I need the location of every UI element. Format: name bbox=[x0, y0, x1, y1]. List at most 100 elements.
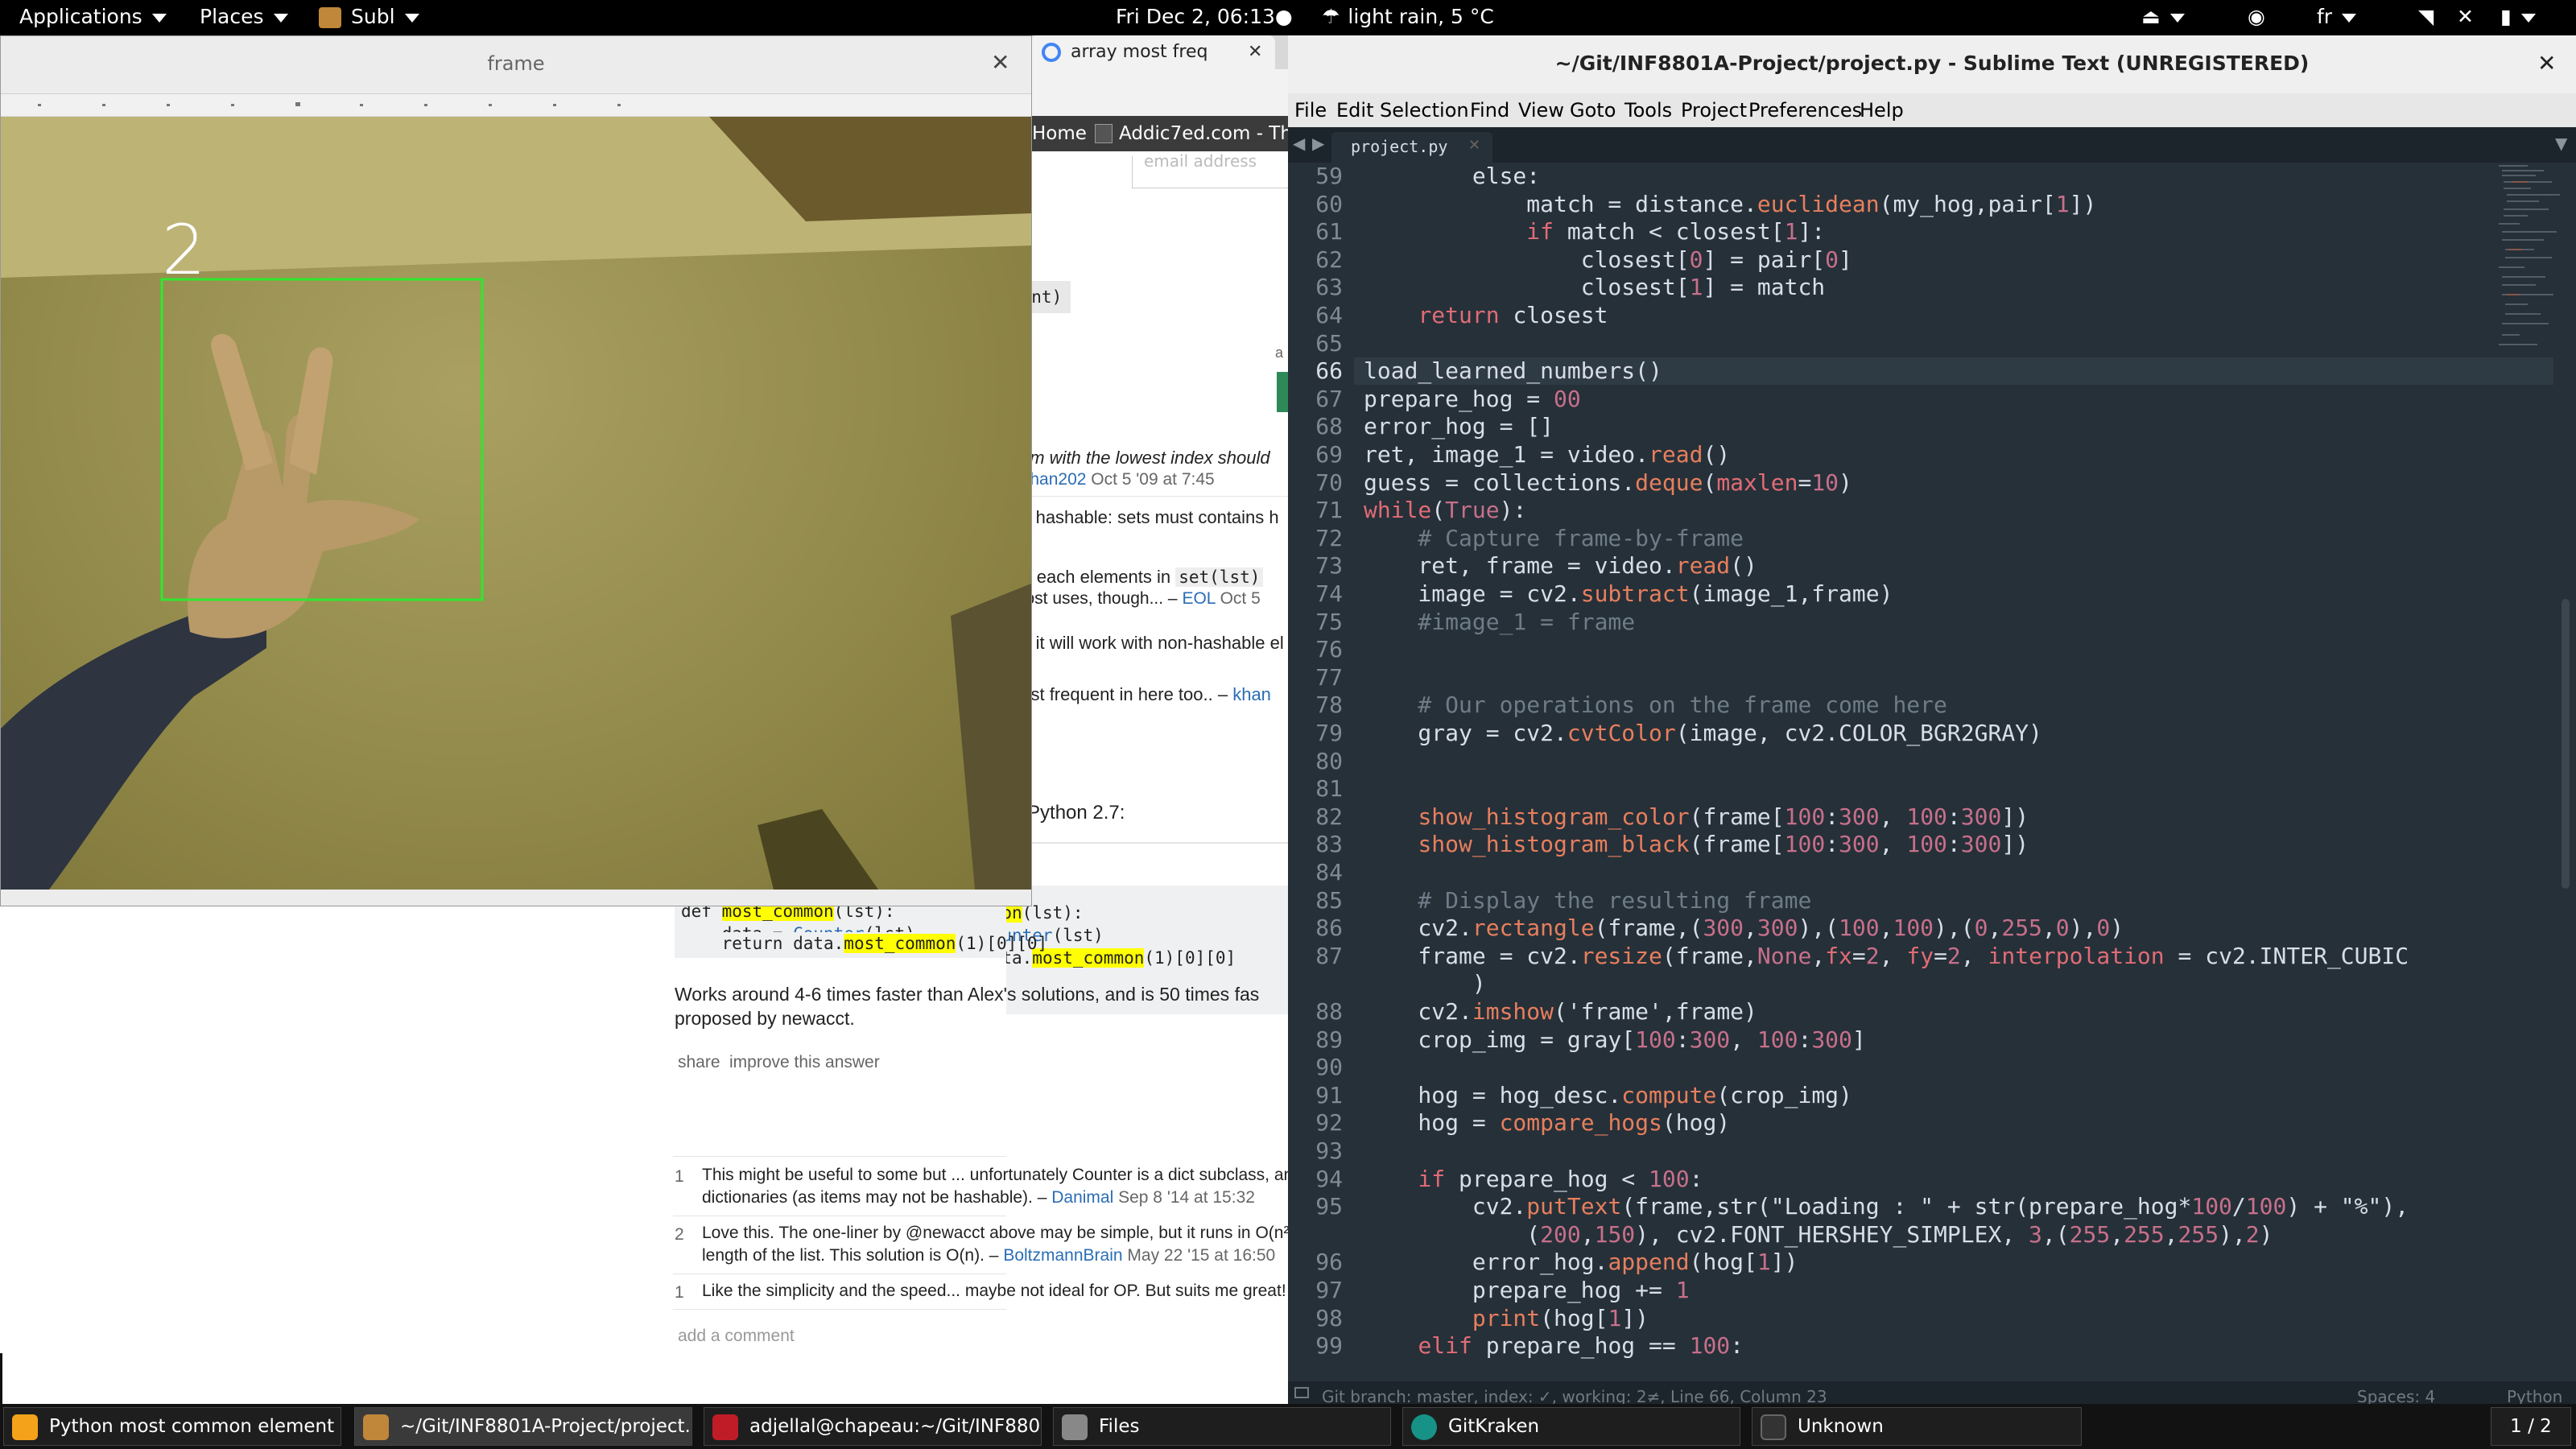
code-line[interactable]: ret, image_1 = video.read() bbox=[1364, 441, 1730, 468]
code-line[interactable]: # Display the resulting frame bbox=[1364, 887, 1811, 914]
code-editor[interactable]: else: match = distance.euclidean(my_hog,… bbox=[1354, 163, 2553, 1412]
code-line[interactable]: cv2.rectangle(frame,(300,300),(100,100),… bbox=[1364, 914, 2124, 941]
code-line[interactable]: load_learned_numbers() bbox=[1364, 357, 1662, 384]
comment-user-link[interactable]: khan bbox=[1232, 684, 1271, 704]
close-icon[interactable]: ✕ bbox=[2537, 50, 2556, 76]
menu-edit[interactable]: Edit bbox=[1336, 99, 1373, 122]
code-line[interactable]: prepare_hog += 1 bbox=[1364, 1277, 1690, 1303]
frame-window[interactable]: frame ✕ 2 bbox=[0, 35, 1032, 906]
sublime-titlebar[interactable]: ~/Git/INF8801A-Project/project.py - Subl… bbox=[1288, 35, 2576, 93]
weather-indicator[interactable]: ☂ light rain, 5 °C bbox=[1322, 5, 1494, 28]
tab-prev-icon[interactable]: ◀ bbox=[1293, 134, 1305, 153]
code-line[interactable]: ) bbox=[1364, 970, 1486, 997]
code-line[interactable]: elif prepare_hog == 100: bbox=[1364, 1332, 1744, 1359]
tab-next-icon[interactable]: ▶ bbox=[1312, 134, 1324, 153]
keyboard-layout[interactable]: fr bbox=[2317, 5, 2357, 28]
task-sublime[interactable]: ~/Git/INF8801A-Project/project.... bbox=[354, 1407, 692, 1446]
wifi-icon[interactable]: ◥ bbox=[2418, 5, 2434, 28]
code-line[interactable]: show_histogram_color(frame[100:300, 100:… bbox=[1364, 803, 2029, 830]
task-unknown[interactable]: Unknown bbox=[1752, 1407, 2082, 1446]
frame-titlebar[interactable]: frame ✕ bbox=[1, 36, 1031, 94]
battery-icon[interactable]: ▮ bbox=[2500, 5, 2536, 28]
code-line[interactable]: match = distance.euclidean(my_hog,pair[1… bbox=[1364, 191, 2096, 217]
close-icon[interactable]: ✕ bbox=[1248, 42, 1262, 62]
menu-preferences[interactable]: Preferences bbox=[1748, 99, 1862, 122]
code-line[interactable]: crop_img = gray[100:300, 100:300] bbox=[1364, 1026, 1865, 1053]
menu-selection[interactable]: Selection bbox=[1380, 99, 1469, 122]
mute-icon[interactable]: ✕ bbox=[2457, 5, 2474, 28]
code-line[interactable]: prepare_hog = 00 bbox=[1364, 386, 1581, 412]
menu-tools[interactable]: Tools bbox=[1624, 99, 1672, 122]
close-icon[interactable]: ✕ bbox=[1468, 137, 1480, 154]
comment-user-link[interactable]: BoltzmannBrain bbox=[1003, 1246, 1122, 1265]
code-line[interactable]: image = cv2.subtract(image_1,frame) bbox=[1364, 580, 1893, 607]
code-line[interactable]: closest[1] = match bbox=[1364, 274, 1825, 300]
code-line[interactable]: (200,150), cv2.FONT_HERSHEY_SIMPLEX, 3,(… bbox=[1364, 1221, 2273, 1248]
task-browser[interactable]: Python most common element in ... bbox=[3, 1407, 341, 1446]
subl-menu[interactable]: Subl bbox=[319, 5, 419, 28]
menu-view[interactable]: View bbox=[1518, 99, 1564, 122]
code-line[interactable]: guess = collections.deque(maxlen=10) bbox=[1364, 469, 1852, 496]
menu-file[interactable]: File bbox=[1294, 99, 1327, 122]
answer-text: proposed by newacct. bbox=[675, 1008, 855, 1029]
clock[interactable]: Fri Dec 2, 06:13● bbox=[1116, 5, 1293, 28]
code-line[interactable]: if match < closest[1]: bbox=[1364, 218, 1825, 245]
code-line[interactable]: cv2.imshow('frame',frame) bbox=[1364, 998, 1757, 1025]
menu-find[interactable]: Find bbox=[1470, 99, 1509, 122]
code-line[interactable]: # Capture frame-by-frame bbox=[1364, 525, 1744, 551]
code-line[interactable]: error_hog = [] bbox=[1364, 413, 1554, 440]
code-line[interactable]: gray = cv2.cvtColor(image, cv2.COLOR_BGR… bbox=[1364, 720, 2041, 746]
camera-scene bbox=[1, 117, 1031, 890]
code-line[interactable]: hog = hog_desc.compute(crop_img) bbox=[1364, 1082, 1852, 1108]
tab-dropdown-icon[interactable]: ▼ bbox=[2555, 134, 2567, 153]
code-line[interactable]: #image_1 = frame bbox=[1364, 609, 1635, 635]
eject-icon[interactable]: ⏏ bbox=[2141, 5, 2185, 28]
code-line[interactable]: return closest bbox=[1364, 302, 1608, 328]
close-icon[interactable]: ✕ bbox=[991, 49, 1009, 76]
task-files[interactable]: Files bbox=[1053, 1407, 1391, 1446]
add-comment-link[interactable]: add a comment bbox=[678, 1327, 795, 1346]
bookmark-addic7ed[interactable]: Addic7ed.com - Th bbox=[1119, 123, 1290, 144]
divider bbox=[673, 1156, 1006, 1157]
places-menu[interactable]: Places bbox=[200, 5, 288, 28]
panel-toggle-icon[interactable] bbox=[1294, 1387, 1309, 1398]
code-line[interactable]: print(hog[1]) bbox=[1364, 1305, 1649, 1331]
code-line[interactable]: error_hog.append(hog[1]) bbox=[1364, 1249, 1798, 1275]
menu-goto[interactable]: Goto bbox=[1570, 99, 1616, 122]
code-line[interactable]: # Our operations on the frame come here bbox=[1364, 691, 1946, 718]
menu-help[interactable]: Help bbox=[1860, 99, 1904, 122]
task-gitkraken[interactable]: GitKraken bbox=[1402, 1407, 1740, 1446]
code-line[interactable]: closest[0] = pair[0] bbox=[1364, 246, 1852, 273]
tab-active[interactable]: array most freq ✕ bbox=[1030, 35, 1275, 69]
applications-menu[interactable]: Applications bbox=[19, 5, 167, 28]
minimap[interactable] bbox=[2496, 163, 2576, 412]
code-line[interactable]: frame = cv2.resize(frame,None,fx=2, fy=2… bbox=[1364, 943, 2409, 969]
scrollbar-thumb[interactable] bbox=[2562, 599, 2570, 889]
line-number: 61 bbox=[1315, 218, 1343, 246]
code-line[interactable]: hog = compare_hogs(hog) bbox=[1364, 1109, 1730, 1136]
code-line[interactable]: show_histogram_black(frame[100:300, 100:… bbox=[1364, 831, 2029, 857]
line-number: 60 bbox=[1315, 190, 1343, 217]
status-icon[interactable]: ◉ bbox=[2248, 5, 2265, 28]
comment-user-link[interactable]: Danimal bbox=[1051, 1188, 1113, 1207]
menu-project[interactable]: Project bbox=[1681, 99, 1747, 122]
email-field[interactable]: email address bbox=[1132, 151, 1290, 188]
divider bbox=[673, 1309, 1006, 1310]
code-line[interactable]: ret, frame = video.read() bbox=[1364, 552, 1757, 579]
code-line[interactable]: if prepare_hog < 100: bbox=[1364, 1166, 1703, 1192]
email-placeholder: email address bbox=[1144, 151, 1257, 171]
comment-user-link[interactable]: EOL bbox=[1182, 589, 1215, 608]
improve-answer-link[interactable]: improve this answer bbox=[729, 1053, 880, 1072]
code-line[interactable]: cv2.putText(frame,str("Loading : " + str… bbox=[1364, 1193, 2409, 1220]
sublime-window[interactable]: ~/Git/INF8801A-Project/project.py - Subl… bbox=[1288, 35, 2576, 1412]
line-number: 64 bbox=[1315, 302, 1343, 328]
code-line[interactable]: while(True): bbox=[1364, 497, 1526, 523]
task-terminal[interactable]: adjellal@chapeau:~/Git/INF8801... bbox=[704, 1407, 1042, 1446]
bookmark-home[interactable]: Home bbox=[1032, 123, 1087, 144]
sleeve-shape bbox=[1, 600, 266, 890]
share-link[interactable]: share bbox=[678, 1053, 720, 1072]
sublime-app-icon bbox=[319, 7, 341, 28]
code-line[interactable]: else: bbox=[1364, 163, 1540, 189]
workspace-switcher[interactable]: 1 / 2 bbox=[2491, 1407, 2571, 1446]
tab-project-py[interactable]: project.py ✕ bbox=[1331, 132, 1492, 163]
